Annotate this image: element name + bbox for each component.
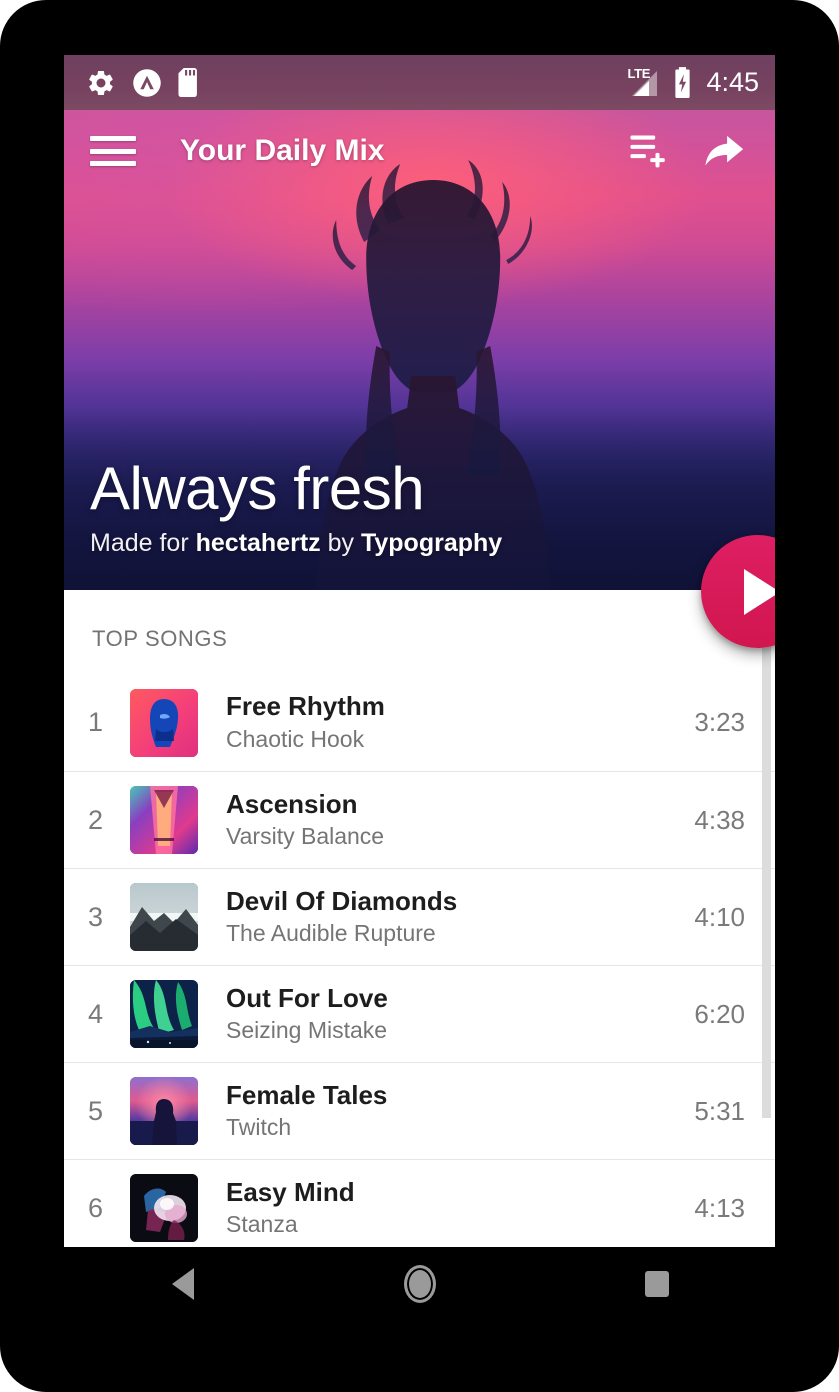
- song-title: Out For Love: [226, 982, 388, 1013]
- song-duration: 6:20: [694, 998, 745, 1029]
- page-title: Your Daily Mix: [180, 134, 385, 167]
- song-duration: 5:31: [694, 1095, 745, 1126]
- song-artist: Stanza: [226, 1211, 298, 1238]
- back-triangle-icon: [171, 1268, 194, 1300]
- song-rank: 6: [88, 1192, 104, 1223]
- song-duration: 4:13: [694, 1192, 745, 1223]
- lte-signal-icon: LTE: [627, 67, 661, 99]
- song-title: Easy Mind: [226, 1176, 355, 1207]
- nav-home-button[interactable]: [360, 1247, 480, 1321]
- song-artist: Twitch: [226, 1114, 292, 1141]
- hero-text-block: Always fresh Made for hectahertz by Typo…: [90, 459, 502, 558]
- hero-subtitle-author: Typography: [360, 529, 503, 558]
- song-artist: Seizing Mistake: [226, 1017, 388, 1044]
- app-bar: Your Daily Mix: [64, 110, 775, 192]
- status-bar: LTE 4:45: [64, 55, 775, 110]
- album-art-dark-smoke: [130, 1174, 198, 1242]
- song-duration: 4:38: [694, 804, 745, 835]
- table-row[interactable]: 2 Ascension Varsity Balance 4:38: [64, 771, 775, 868]
- table-row[interactable]: 4 Out For Love Seizing Mistake 6:20: [64, 965, 775, 1062]
- table-row[interactable]: 5 Female Tales Twitch 5:31: [64, 1062, 775, 1159]
- table-row[interactable]: 6 Easy Mind Stanza 4:13: [64, 1159, 775, 1247]
- recents-square-icon: [644, 1271, 669, 1297]
- hamburger-menu-icon[interactable]: [90, 136, 136, 166]
- android-navigation-bar: [64, 1247, 775, 1321]
- album-art-abstract-neon: [130, 786, 198, 854]
- song-rank: 4: [88, 998, 104, 1029]
- song-rank: 3: [88, 901, 104, 932]
- hero-subtitle-prefix: Made for: [90, 529, 196, 558]
- song-title: Free Rhythm: [226, 691, 385, 722]
- battery-charging-icon: [675, 67, 691, 98]
- song-artist: The Audible Rupture: [226, 920, 436, 947]
- nav-back-button[interactable]: [123, 1247, 243, 1321]
- song-rank: 2: [88, 804, 104, 835]
- hero-subtitle-middle: by: [320, 529, 361, 558]
- song-title: Ascension: [226, 788, 358, 819]
- album-art-green-aurora: [130, 980, 198, 1048]
- song-artist: Varsity Balance: [226, 823, 385, 850]
- hero-title: Always fresh: [90, 455, 425, 523]
- device-frame: LTE 4:45 Your Daily Mix Always fresh Mad…: [0, 0, 839, 1392]
- album-art-grey-mountains: [130, 883, 198, 951]
- status-bar-clock: 4:45: [706, 67, 759, 97]
- hero-header: Your Daily Mix Always fresh Made for hec…: [64, 110, 775, 590]
- play-icon: [744, 568, 775, 615]
- section-header-top-songs: TOP SONGS: [92, 626, 228, 651]
- add-to-playlist-icon[interactable]: [629, 134, 669, 168]
- song-artist: Chaotic Hook: [226, 725, 365, 752]
- home-circle-icon: [403, 1265, 436, 1303]
- song-rank: 1: [88, 707, 104, 737]
- song-duration: 3:23: [694, 707, 745, 737]
- song-title: Female Tales: [226, 1079, 388, 1110]
- table-row[interactable]: 1 Free Rhythm Chaotic Hook 3:23: [64, 674, 775, 771]
- table-row[interactable]: 3 Devil Of Diamonds The Audible Rupture …: [64, 868, 775, 965]
- song-title: Devil Of Diamonds: [226, 885, 458, 916]
- phone-screen: LTE 4:45 Your Daily Mix Always fresh Mad…: [64, 55, 775, 1247]
- gear-icon: [89, 70, 113, 95]
- song-list-area: TOP SONGS 1 Free Rhythm Chaotic Hook 3:2…: [64, 590, 775, 1247]
- list-scrollbar[interactable]: [762, 590, 771, 1118]
- sd-card-icon: [178, 68, 197, 97]
- album-art-portrait-blue: [130, 688, 198, 757]
- song-rank: 5: [88, 1095, 104, 1126]
- song-duration: 4:10: [694, 901, 745, 932]
- hero-subtitle: Made for hectahertz by Typography: [90, 529, 502, 558]
- album-art-sunset-silhouette: [130, 1077, 198, 1145]
- share-icon[interactable]: [703, 134, 745, 168]
- circled-caret-up-icon: [133, 68, 161, 97]
- hero-subtitle-user: hectahertz: [195, 529, 321, 558]
- nav-recents-button[interactable]: [597, 1247, 717, 1321]
